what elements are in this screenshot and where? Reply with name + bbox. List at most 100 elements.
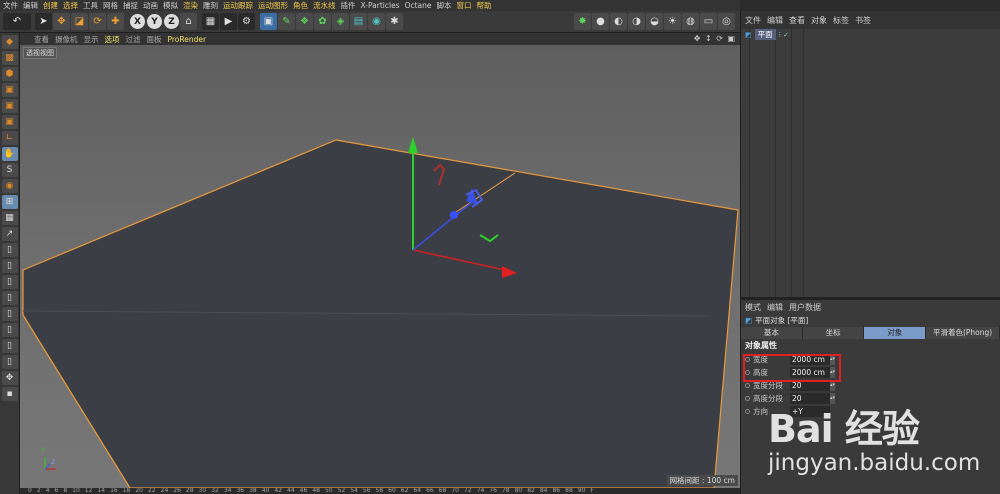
camera-button[interactable]: ◉ xyxy=(368,13,385,30)
axis-x-button[interactable]: X xyxy=(130,14,145,29)
make-editable-button[interactable]: ◆ xyxy=(1,35,18,49)
undo-button[interactable]: ↶ xyxy=(3,13,31,30)
viewport-menu-item[interactable]: 过滤 xyxy=(126,34,141,45)
axis-y-button[interactable]: Y xyxy=(147,14,162,29)
menu-item[interactable]: 流水线 xyxy=(313,0,336,11)
viewport-menu-item[interactable]: 显示 xyxy=(84,34,99,45)
menu-item[interactable]: X-Particles xyxy=(361,1,400,10)
viewport-menu-item[interactable]: ProRender xyxy=(168,35,207,44)
menu-item[interactable]: Octane xyxy=(405,1,432,10)
gizmo-y-arrow[interactable] xyxy=(408,137,418,153)
subdivision-button[interactable]: ❖ xyxy=(296,13,313,30)
om-menu-view[interactable]: 查看 xyxy=(789,15,805,26)
workplane-mode-button[interactable]: ⬢ xyxy=(1,67,18,81)
menu-item[interactable]: 运动跟踪 xyxy=(223,0,253,11)
menu-item[interactable]: 运动图形 xyxy=(258,0,288,11)
light-toggle-button[interactable]: ◎ xyxy=(718,13,735,30)
pen-button[interactable]: ✎ xyxy=(278,13,295,30)
render-picture-viewer-button[interactable]: ▶ xyxy=(220,13,237,30)
menu-item[interactable]: 窗口 xyxy=(457,0,472,11)
render-settings-button[interactable]: ⚙ xyxy=(238,13,255,30)
viewport-nav-controls[interactable]: ✥ ↕ ⟳ ▣ xyxy=(694,34,736,43)
viewport-menu-item[interactable]: 选项 xyxy=(105,34,120,45)
menu-item[interactable]: 帮助 xyxy=(477,0,492,11)
menu-item[interactable]: 模拟 xyxy=(163,0,178,11)
menu-item[interactable]: 动画 xyxy=(143,0,158,11)
light-button[interactable]: ✱ xyxy=(386,13,403,30)
rotate-tool-button[interactable]: ⟳ xyxy=(89,13,106,30)
layout-button-2[interactable]: ▯ xyxy=(1,259,18,273)
layout-button-3[interactable]: ▯ xyxy=(1,275,18,289)
workplane-grid-button[interactable]: ▦ xyxy=(1,211,18,225)
menu-item[interactable]: 捕捉 xyxy=(123,0,138,11)
extra-tool-button[interactable]: ▪ xyxy=(1,387,18,401)
snap-sphere-2-button[interactable]: ◐ xyxy=(610,13,627,30)
render-view-button[interactable]: ▦ xyxy=(202,13,219,30)
layout-button-4[interactable]: ▯ xyxy=(1,291,18,305)
perspective-viewport[interactable]: 透视视图 Y Z 网格间距 : 100 cm xyxy=(20,45,740,488)
axis-z-button[interactable]: Z xyxy=(164,14,179,29)
menu-item[interactable]: 插件 xyxy=(341,0,356,11)
object-row-plane[interactable]: ◩ 平面 ⁝ ✓ xyxy=(745,29,789,40)
toggle-button[interactable]: ▭ xyxy=(700,13,717,30)
edges-mode-button[interactable]: ▣ xyxy=(1,99,18,113)
snap-sphere-3-button[interactable]: ◑ xyxy=(628,13,645,30)
keyframe-dot-icon[interactable] xyxy=(745,383,750,388)
tab-coord[interactable]: 坐标 xyxy=(802,327,865,339)
om-menu-file[interactable]: 文件 xyxy=(745,15,761,26)
live-select-button[interactable]: ➤ xyxy=(35,13,52,30)
viewport-menu-item[interactable]: 查看 xyxy=(34,34,49,45)
snap-sphere-4-button[interactable]: ◒ xyxy=(646,13,663,30)
menu-item[interactable]: 创建 xyxy=(43,0,58,11)
timeline-ruler[interactable]: 0 2 4 6 8 10 12 14 16 18 20 22 24 26 28 30 32 34 36 38 40 42 4… xyxy=(20,488,740,494)
layout-button-6[interactable]: ▯ xyxy=(1,323,18,337)
menu-item[interactable]: 雕刻 xyxy=(203,0,218,11)
scale-tool-button[interactable]: ◪ xyxy=(71,13,88,30)
sculpt-button[interactable]: ◉ xyxy=(1,179,18,193)
keyframe-dot-icon[interactable] xyxy=(745,396,750,401)
recent-tool-button[interactable]: ✚ xyxy=(107,13,124,30)
viewport-menu-item[interactable]: 面板 xyxy=(147,34,162,45)
snap-button[interactable]: S xyxy=(1,163,18,177)
tab-phong[interactable]: 平滑着色(Phong) xyxy=(926,327,1000,339)
snap-sphere-button[interactable]: ● xyxy=(592,13,609,30)
octane-button[interactable]: ◍ xyxy=(682,13,699,30)
move-gizmo-button[interactable]: ✥ xyxy=(1,371,18,385)
layout-button-8[interactable]: ▯ xyxy=(1,355,18,369)
cube-button[interactable]: ▣ xyxy=(260,13,277,30)
am-menu-mode[interactable]: 模式 xyxy=(745,302,761,313)
points-mode-button[interactable]: ▣ xyxy=(1,83,18,97)
menu-item[interactable]: 编辑 xyxy=(23,0,38,11)
viewport-menu-item[interactable]: 摄像机 xyxy=(55,34,78,45)
visibility-dots-icon[interactable]: ⁝ ✓ xyxy=(779,31,789,39)
keyframe-dot-icon[interactable] xyxy=(745,409,750,414)
lock-workplane-button[interactable]: ⊞ xyxy=(1,195,18,209)
texture-mode-button[interactable]: ▩ xyxy=(1,51,18,65)
gizmo-center[interactable] xyxy=(450,211,458,219)
layout-button-7[interactable]: ▯ xyxy=(1,339,18,353)
move-tool-button[interactable]: ✥ xyxy=(53,13,70,30)
layout-button-5[interactable]: ▯ xyxy=(1,307,18,321)
om-menu-object[interactable]: 对象 xyxy=(811,15,827,26)
tab-basic[interactable]: 基本 xyxy=(741,327,803,339)
deformer-button[interactable]: ◈ xyxy=(332,13,349,30)
am-menu-edit[interactable]: 编辑 xyxy=(767,302,783,313)
coordinate-system-button[interactable]: ⌂ xyxy=(180,13,197,30)
sun-button[interactable]: ☀ xyxy=(664,13,681,30)
menu-item[interactable]: 工具 xyxy=(83,0,98,11)
array-button[interactable]: ✿ xyxy=(314,13,331,30)
tab-object[interactable]: 对象 xyxy=(864,327,927,339)
menu-item[interactable]: 文件 xyxy=(3,0,18,11)
workplane-button[interactable]: ✸ xyxy=(574,13,591,30)
object-name[interactable]: 平面 xyxy=(754,29,776,40)
menu-item[interactable]: 网格 xyxy=(103,0,118,11)
modeling-axis-button[interactable]: ↗ xyxy=(1,227,18,241)
om-menu-bookmarks[interactable]: 书签 xyxy=(855,15,871,26)
menu-item[interactable]: 角色 xyxy=(293,0,308,11)
menu-item[interactable]: 脚本 xyxy=(437,0,452,11)
am-menu-userdata[interactable]: 用户数据 xyxy=(789,302,821,313)
scene-button[interactable]: ▤ xyxy=(350,13,367,30)
menu-item[interactable]: 选择 xyxy=(63,0,78,11)
tweak-mode-button[interactable]: ✋ xyxy=(1,147,18,161)
axis-mode-button[interactable]: ∟ xyxy=(1,131,18,145)
